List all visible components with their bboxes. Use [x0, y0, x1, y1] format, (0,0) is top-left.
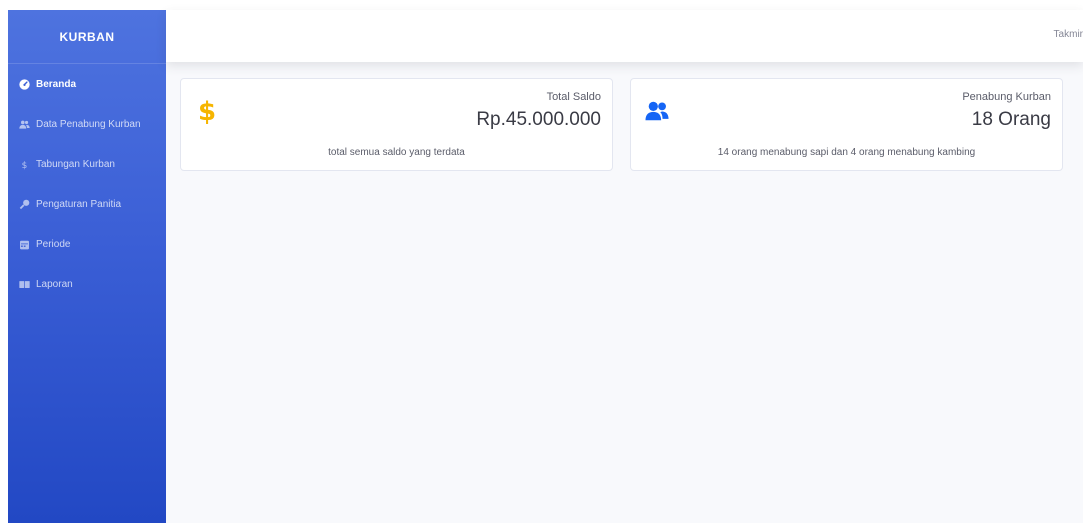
sidebar-item-label: Tabungan Kurban — [36, 158, 115, 170]
users-icon — [18, 118, 30, 130]
dollar-sign-icon: $ — [195, 98, 219, 124]
sidebar-item-periode[interactable]: Periode — [8, 224, 166, 264]
sidebar-item-data-penabung[interactable]: Data Penabung Kurban — [8, 104, 166, 144]
users-icon — [645, 99, 669, 123]
sidebar-item-label: Beranda — [36, 78, 77, 90]
user-menu[interactable]: Takmir — [1054, 29, 1083, 40]
sidebar-item-label: Data Penabung Kurban — [36, 118, 141, 130]
sidebar-nav: Beranda Data Penabung Kurban $ Tabungan … — [8, 64, 166, 304]
sidebar-item-label: Laporan — [36, 278, 73, 290]
app-root: KURBAN Beranda Data Penabung Kurban $ Ta… — [0, 0, 1083, 523]
sidebar-item-tabungan[interactable]: $ Tabungan Kurban — [8, 144, 166, 184]
sidebar-item-pengaturan[interactable]: Pengaturan Panitia — [8, 184, 166, 224]
brand-logo[interactable]: KURBAN — [8, 10, 166, 64]
dashboard-icon — [18, 78, 30, 90]
card-footer-text: 14 orang menabung sapi dan 4 orang menab… — [717, 147, 976, 158]
sidebar: KURBAN Beranda Data Penabung Kurban $ Ta… — [8, 10, 166, 523]
svg-text:$: $ — [21, 160, 27, 169]
sidebar-item-beranda[interactable]: Beranda — [8, 64, 166, 104]
card-label: Total Saldo — [546, 91, 601, 103]
svg-text:$: $ — [198, 98, 216, 124]
sidebar-item-label: Pengaturan Panitia — [36, 198, 122, 210]
total-saldo-card: $ Total Saldo Rp.45.000.000 total semua … — [180, 78, 613, 171]
calendar-icon — [18, 238, 30, 250]
penabung-kurban-card: Penabung Kurban 18 Orang 14 orang menabu… — [630, 78, 1063, 171]
key-icon — [18, 198, 30, 210]
card-value: Rp.45.000.000 — [476, 109, 601, 130]
topbar: Takmir — [166, 10, 1083, 62]
card-label: Penabung Kurban — [962, 91, 1051, 103]
sidebar-item-label: Periode — [36, 238, 71, 250]
card-footer-text: total semua saldo yang terdata — [328, 147, 465, 158]
card-value: 18 Orang — [971, 109, 1051, 130]
book-icon — [18, 278, 30, 290]
sidebar-item-laporan[interactable]: Laporan — [8, 264, 166, 304]
main-content: $ Total Saldo Rp.45.000.000 total semua … — [166, 62, 1083, 523]
dollar-icon: $ — [18, 158, 30, 170]
